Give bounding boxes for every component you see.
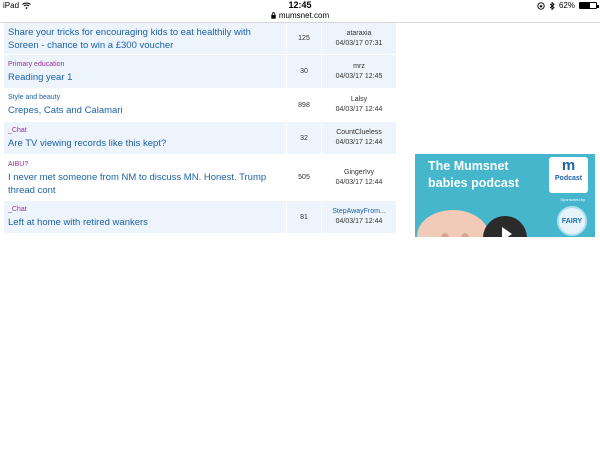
last-post: CountClueless 04/03/17 12:44 [322, 122, 396, 154]
url-text: mumsnet.com [278, 11, 330, 20]
sponsor-label: Sponsored by [560, 197, 585, 202]
last-poster: ataraxia [346, 29, 372, 37]
last-post-time: 04/03/17 12:44 [335, 106, 383, 113]
reply-count: 81 [286, 201, 322, 233]
thread-title-link[interactable]: Crepes, Cats and Calamari [8, 104, 282, 117]
last-poster: GingerIvy [344, 168, 374, 176]
thread-main: _Chat Left at home with retired wankers [4, 201, 286, 233]
last-post-time: 04/03/17 12:44 [335, 139, 383, 146]
thread-list: Share your tricks for encouraging kids t… [4, 23, 396, 234]
category-link[interactable]: AIBU? [8, 161, 282, 168]
last-post: Lalsy 04/03/17 12:44 [322, 89, 396, 121]
mumsnet-podcast-logo: m Podcast [549, 157, 588, 193]
logo-letter: m [561, 157, 576, 174]
category-link[interactable]: Style and beauty [8, 94, 282, 101]
reply-count: 32 [286, 122, 322, 154]
last-post-time: 04/03/17 12:44 [335, 178, 383, 186]
thread-title-link[interactable]: I never met someone from NM to discuss M… [8, 171, 282, 197]
status-bar: iPad 12:45 62% [0, 0, 600, 11]
thread-title-link[interactable]: Are TV viewing records like this kept? [8, 137, 282, 150]
reply-count: 125 [286, 23, 322, 54]
clock: 12:45 [288, 0, 312, 10]
thread-row: _Chat Are TV viewing records like this k… [4, 122, 396, 155]
fairy-sponsor-logo: FAIRY [557, 206, 587, 236]
category-link[interactable]: Primary education [8, 61, 282, 68]
battery-fill [580, 3, 590, 8]
battery-percent: 62% [558, 1, 575, 10]
thread-row: Style and beauty Crepes, Cats and Calama… [4, 89, 396, 122]
thread-row: AIBU? I never met someone from NM to dis… [4, 155, 396, 201]
last-poster-link[interactable]: StepAwayFrom... [322, 207, 396, 217]
last-poster: mrz [353, 62, 365, 70]
category-link[interactable]: _Chat [8, 127, 282, 134]
podcast-ad-banner[interactable]: The Mumsnet babies podcast m Podcast Spo… [415, 154, 595, 237]
last-post: ataraxia 04/03/17 07:31 [322, 23, 396, 54]
logo-label: Podcast [554, 175, 583, 182]
last-poster: CountClueless [336, 129, 382, 136]
lock-icon [271, 12, 276, 19]
thread-main: _Chat Are TV viewing records like this k… [4, 122, 286, 154]
ad-headline-line1: The Mumsnet [428, 159, 509, 173]
last-post-time: 04/03/17 07:31 [335, 39, 383, 47]
bluetooth-icon [549, 1, 555, 10]
status-right: 62% [537, 1, 599, 10]
reply-count: 505 [286, 155, 322, 200]
address-bar[interactable]: mumsnet.com [0, 11, 600, 20]
last-post-time: 04/03/17 12:45 [335, 72, 383, 80]
thread-title-link[interactable]: Share your tricks for encouraging kids t… [8, 26, 282, 52]
last-post: StepAwayFrom... 04/03/17 12:44 [322, 201, 396, 233]
last-poster: Lalsy [350, 96, 368, 103]
thread-row: _Chat Left at home with retired wankers … [4, 201, 396, 234]
thread-main: Style and beauty Crepes, Cats and Calama… [4, 89, 286, 121]
thread-main: Primary education Reading year 1 [4, 55, 286, 88]
thread-main: AIBU? I never met someone from NM to dis… [4, 155, 286, 200]
ad-headline-line2: babies podcast [428, 176, 519, 190]
thread-main: Share your tricks for encouraging kids t… [4, 23, 286, 54]
category-link[interactable]: _Chat [8, 206, 282, 213]
last-post-time: 04/03/17 12:44 [335, 218, 383, 225]
reply-count: 898 [286, 89, 322, 121]
thread-title-link[interactable]: Left at home with retired wankers [8, 216, 282, 229]
last-post: GingerIvy 04/03/17 12:44 [322, 155, 396, 200]
reply-count: 30 [286, 55, 322, 88]
last-post: mrz 04/03/17 12:45 [322, 55, 396, 88]
thread-row: Share your tricks for encouraging kids t… [4, 23, 396, 55]
thread-row: Primary education Reading year 1 30 mrz … [4, 55, 396, 89]
battery-icon [579, 2, 599, 9]
thread-title-link[interactable]: Reading year 1 [8, 71, 282, 84]
rotation-lock-icon [537, 1, 545, 10]
